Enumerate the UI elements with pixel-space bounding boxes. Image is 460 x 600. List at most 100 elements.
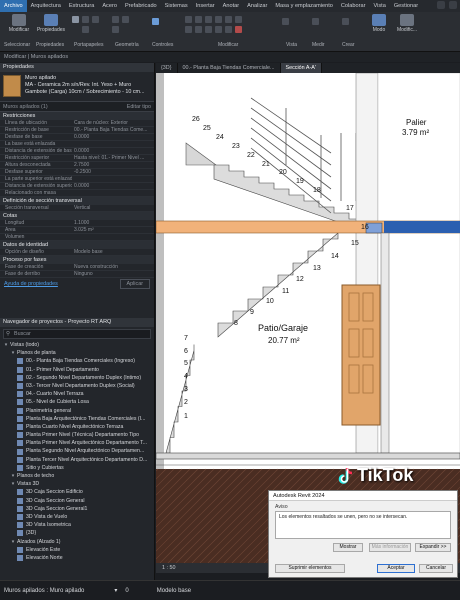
browser-view-item[interactable]: Planta Tercer Nivel Arquitectónico Depar… [0,456,154,464]
ribbon-tab[interactable]: Colaborar [337,0,370,12]
create-icon[interactable] [342,18,349,25]
browser-view-item[interactable]: Planta Cuarto Nivel Arquitectónico Terra… [0,423,154,431]
type-selector[interactable]: Muro apilado MA - Ceramica 2m s/n/Rev. I… [0,72,154,102]
browser-view-item[interactable]: 00.- Planta Baja Tiendas Comerciales (In… [0,357,154,365]
property-row[interactable]: Volumen [0,234,154,241]
property-row[interactable]: Distancia de extensión de base 0.0000 [0,148,154,155]
cut-icon[interactable] [82,16,89,23]
browser-view-item[interactable]: 03.- Tercer Nivel Departamento Duplex (S… [0,382,154,390]
property-value[interactable]: 0.0000 [72,134,154,140]
ribbon-tab[interactable]: Insertar [192,0,219,12]
rotate-icon[interactable] [235,16,242,23]
join-icon[interactable] [112,16,119,23]
ribbon-tab[interactable]: Vista [369,0,389,12]
browser-view-item[interactable]: {3D} [0,529,154,537]
align-icon[interactable] [185,16,192,23]
more-info-button[interactable]: Más información [369,543,411,552]
browser-view-item[interactable]: 3D Caja Seccion Edificio [0,488,154,496]
properties-button[interactable]: Propiedades [34,14,68,33]
property-value[interactable]: Nueva construcción [72,264,154,270]
property-row[interactable]: Fase de derribo Ninguno [0,271,154,278]
expand-button[interactable]: Expandir >> [415,543,451,552]
chevron-down-icon[interactable]: ▾ [10,538,16,546]
cut-geometry-icon[interactable] [122,16,129,23]
browser-view-item[interactable]: 3D Vista de Vuelo [0,513,154,521]
browser-view-item[interactable]: 3D Caja Seccion General1 [0,505,154,513]
property-value[interactable]: -0.2500 [72,169,154,175]
ribbon-tab[interactable]: Arquitectura [27,0,65,12]
pin-icon[interactable] [225,26,232,33]
offset-icon[interactable] [195,16,202,23]
property-row[interactable]: Distancia de extensión superior 0.0000 [0,183,154,190]
property-row[interactable]: Altura desconectada 2.7500 [0,162,154,169]
property-row[interactable]: La parte superior está enlazada [0,176,154,183]
property-value[interactable]: 0.0000 [72,183,154,189]
ribbon-tab[interactable]: Anotar [219,0,243,12]
property-value[interactable] [72,234,154,240]
property-row[interactable]: Área 3.025 m² [0,227,154,234]
property-value[interactable]: 0.0000 [72,148,154,154]
property-value[interactable]: 2.7500 [72,162,154,168]
ribbon-tab[interactable]: Acero [98,0,121,12]
ribbon-tab[interactable]: Masa y emplazamiento [271,0,337,12]
property-value[interactable]: 1.1000 [72,220,154,226]
view-tab[interactable]: {3D} [156,63,178,73]
scale-label[interactable]: 1 : 50 [162,565,176,571]
chevron-down-icon[interactable]: ▾ [10,480,16,488]
property-value[interactable]: Modelo base [72,249,154,255]
paste-icon[interactable] [72,16,79,23]
show-button[interactable]: Mostrar [333,543,363,552]
property-row[interactable]: La base está enlazada [0,141,154,148]
ribbon-tab[interactable]: Gestionar [390,0,422,12]
property-row[interactable]: Línea de ubicación Cara de núcleo: Exteri… [0,120,154,127]
unjoin-icon[interactable] [112,26,119,33]
property-value[interactable]: Hasta nivel: 01.- Primer Nivel ... [72,155,154,161]
array-icon[interactable] [205,26,212,33]
ribbon-tab[interactable]: Sistemas [161,0,192,12]
browser-view-item[interactable]: 02.- Segundo Nivel Departamento Duplex (… [0,374,154,382]
maximize-icon[interactable] [449,1,457,9]
property-group-header[interactable]: Datos de identidad [0,241,154,249]
view-tab[interactable]: 00.- Planta Baja Tiendas Comerciale... [178,63,281,73]
property-row[interactable]: Sección transversal Vertical [0,205,154,212]
browser-view-item[interactable]: Elevación Este [0,546,154,554]
split-icon[interactable] [195,26,202,33]
scale-icon[interactable] [215,26,222,33]
copy-element-icon[interactable] [225,16,232,23]
instance-selector[interactable]: Muros apilados (1) Editar tipo [0,102,154,112]
property-group-header[interactable]: Proceso por fases [0,256,154,264]
property-value[interactable]: 00.- Planta Baja Tiendas Come... [72,127,154,133]
property-row[interactable]: Restricción superior Hasta nivel: 01.- Pr… [0,155,154,162]
property-value[interactable]: Ninguno [72,271,154,277]
property-group-header[interactable]: Definición de sección transversal [0,197,154,205]
browser-view-item[interactable]: 3D Caja Seccion General [0,497,154,505]
property-row[interactable]: Longitud 1.1000 [0,220,154,227]
match-icon[interactable] [82,26,89,33]
flip-icon[interactable] [152,18,159,25]
browser-group[interactable]: ▾ Alzados (Alzado 1) [0,538,154,546]
browser-view-item[interactable]: Planta Primer Nivel Arquitectónico Depar… [0,439,154,447]
view-icon[interactable] [282,18,289,25]
ribbon-tab[interactable]: Prefabricado [121,0,161,12]
property-value[interactable] [72,141,154,147]
property-value[interactable]: 3.025 m² [72,227,154,233]
property-value[interactable] [72,176,154,182]
browser-view-item[interactable]: 3D Vista Isometrica [0,521,154,529]
ok-button[interactable]: Aceptar [377,564,415,573]
browser-group[interactable]: ▾ Vistas (todo) [0,341,154,349]
property-row[interactable]: Opción de diseño Modelo base [0,249,154,256]
browser-view-item[interactable]: Planta Segundo Nivel Arquitectónico Depa… [0,447,154,455]
property-row[interactable]: Relacionado con masa [0,190,154,197]
cancel-button[interactable]: Cancelar [419,564,453,573]
ribbon-tab[interactable]: Estructura [65,0,99,12]
browser-view-item[interactable]: Elevación Norte [0,554,154,562]
design-option[interactable]: Modelo base [157,588,191,594]
browser-view-item[interactable]: Planta Baja Arquitectónico Tiendas Comer… [0,415,154,423]
move-icon[interactable] [215,16,222,23]
ribbon-tab[interactable]: Analizar [243,0,271,12]
measure-icon[interactable] [312,18,319,25]
property-value[interactable]: Cara de núcleo: Exterior [72,120,154,126]
property-value[interactable]: Vertical [72,205,154,211]
modify-stack-button[interactable]: Modific... [390,14,424,33]
chevron-down-icon[interactable]: ▾ [10,349,16,357]
